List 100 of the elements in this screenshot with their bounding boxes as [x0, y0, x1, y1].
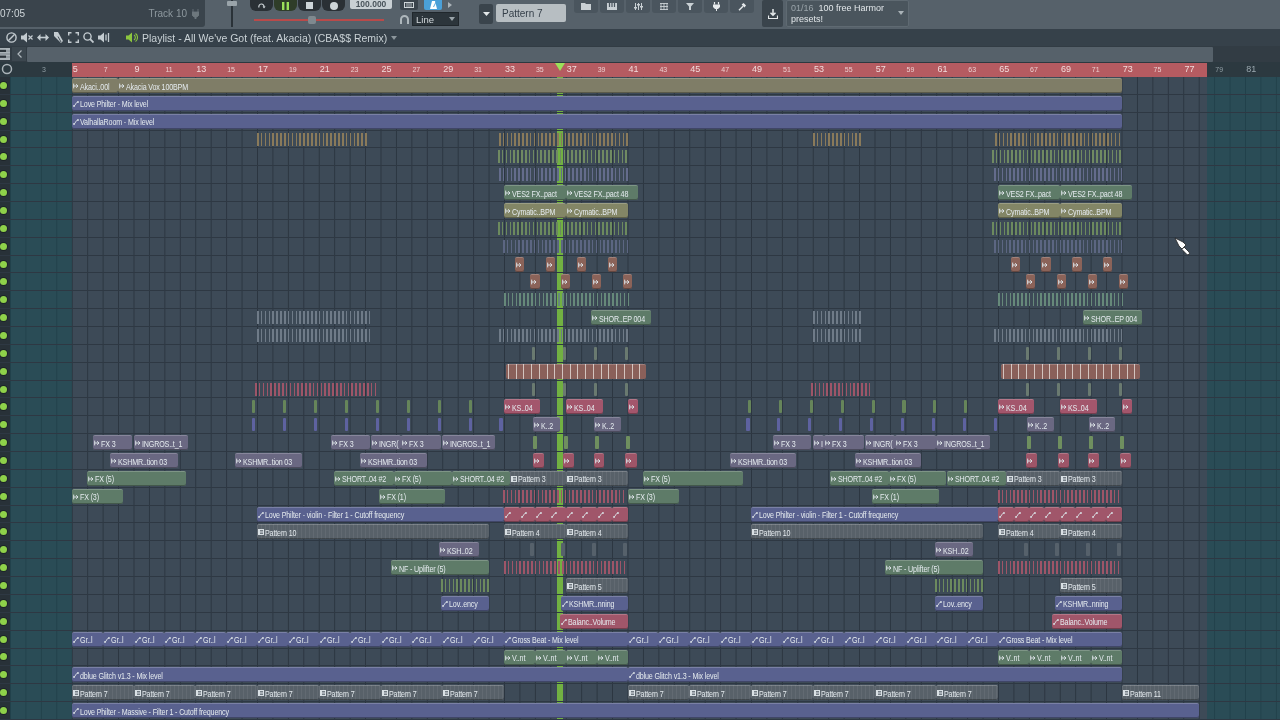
track-enable-button[interactable] — [0, 206, 7, 214]
track-enable-button[interactable] — [0, 331, 7, 339]
audio-clip[interactable]: Cymatic..BPM — [565, 203, 628, 218]
audio-clip[interactable] — [530, 274, 540, 290]
audio-clip[interactable]: VES2 FX..pact — [504, 185, 566, 201]
audio-clip[interactable]: Cymatic..BPM — [1059, 203, 1122, 218]
automation-clip[interactable] — [1106, 506, 1122, 522]
audio-clip[interactable]: FX (1) — [379, 488, 446, 504]
mini-clip[interactable] — [626, 436, 630, 450]
pattern-clip[interactable]: Pattern 11 — [1121, 685, 1199, 701]
audio-clip[interactable] — [1010, 256, 1020, 272]
pattern-clip[interactable]: Pattern 7 — [627, 685, 690, 701]
mini-clip[interactable] — [406, 400, 410, 414]
audio-clip[interactable]: K..2 — [1089, 417, 1116, 433]
automation-clip[interactable]: Balanc..Volume — [559, 613, 628, 629]
audio-clip[interactable]: V..nt — [1029, 649, 1060, 665]
mini-clip[interactable] — [1056, 346, 1060, 360]
audio-clip[interactable]: NF - Uplifter (5) — [885, 560, 983, 576]
toolbar-button[interactable] — [574, 0, 598, 13]
audio-clip[interactable] — [607, 256, 617, 272]
automation-clip[interactable]: Gr..l — [318, 631, 350, 647]
track-enable-button[interactable] — [0, 635, 7, 643]
track-enable-button[interactable] — [0, 171, 7, 179]
toolbar-button[interactable] — [600, 0, 624, 13]
track-enable-button[interactable] — [0, 689, 7, 697]
automation-clip[interactable]: Lov..ency — [440, 595, 489, 611]
track-enable-button[interactable] — [0, 421, 7, 429]
automation-clip[interactable] — [504, 506, 520, 522]
track-enable-button[interactable] — [0, 117, 7, 125]
audio-clip[interactable]: K..2 — [1027, 417, 1054, 433]
automation-clip[interactable]: Gr..l — [102, 631, 134, 647]
volume-slider-thumb[interactable] — [227, 1, 237, 7]
audio-clip[interactable] — [624, 453, 637, 469]
automation-clip[interactable]: Gross Beat - Mix level — [998, 631, 1122, 647]
track-enable-button[interactable] — [0, 99, 7, 107]
mini-clip[interactable] — [1058, 436, 1063, 450]
track-enable-button[interactable] — [0, 224, 7, 232]
double-arrow-icon[interactable] — [37, 33, 49, 42]
audio-clip[interactable]: V..nt — [596, 649, 628, 665]
mini-clip[interactable] — [964, 400, 968, 414]
audio-clip[interactable]: V..nt — [504, 649, 535, 665]
track-enable-button[interactable] — [0, 349, 7, 357]
automation-clip[interactable] — [596, 506, 613, 522]
track-enable-button[interactable] — [0, 189, 7, 197]
track-enable-button[interactable] — [0, 653, 7, 661]
hint-panel[interactable]: 01/16 100 free Harmor presets! — [786, 0, 909, 27]
toolbar-button[interactable] — [678, 0, 702, 13]
mini-clip[interactable] — [530, 543, 535, 557]
automation-clip[interactable]: Gr..l — [257, 631, 288, 647]
stop-button[interactable] — [298, 0, 321, 11]
audio-clip[interactable] — [562, 453, 574, 469]
mini-clip[interactable] — [314, 418, 318, 432]
mini-clip[interactable] — [840, 400, 844, 414]
audio-clip[interactable]: FX (5) — [643, 470, 744, 486]
pattern-clip[interactable]: Pattern 7 — [936, 685, 999, 701]
pattern-clip[interactable]: Pattern 7 — [442, 685, 505, 701]
pattern-clip[interactable]: Pattern 7 — [318, 685, 381, 701]
audio-clip[interactable]: SHOR..EP 004 — [1083, 310, 1142, 326]
pattern-clip[interactable]: Pattern 10 — [257, 524, 489, 540]
pattern-clip[interactable]: Pattern 7 — [71, 685, 134, 701]
mini-clip[interactable] — [593, 382, 597, 396]
pattern-clip[interactable]: Pattern 4 — [1059, 524, 1122, 540]
audio-clip[interactable] — [533, 453, 545, 469]
mini-clip[interactable] — [778, 400, 782, 414]
caret-right-icon[interactable] — [448, 2, 452, 8]
track-enable-button[interactable] — [0, 582, 7, 589]
circle-slash-icon[interactable] — [6, 32, 17, 43]
pattern-clip[interactable]: Pattern 4 — [565, 524, 628, 540]
audio-clip[interactable]: KS..04 — [565, 399, 603, 415]
audio-clip[interactable] — [593, 453, 605, 469]
pattern-clip[interactable]: Pattern 3 — [1059, 470, 1122, 486]
speaker-bars-icon[interactable] — [98, 32, 110, 43]
automation-clip[interactable]: Gr..l — [133, 631, 165, 647]
audio-clip[interactable]: Cymatic..BPM — [504, 203, 566, 218]
automation-clip[interactable] — [998, 506, 1014, 522]
pattern-clip[interactable]: Pattern 7 — [380, 685, 443, 701]
track-enable-button[interactable] — [0, 385, 7, 393]
audio-clip[interactable]: FX 3 — [331, 435, 370, 451]
pattern-clip[interactable]: Pattern 3 — [510, 470, 566, 486]
audio-clip[interactable]: KSH..02 — [934, 542, 974, 558]
audio-clip[interactable] — [1121, 399, 1133, 415]
audio-clip[interactable]: VES2 FX..pact 48 — [565, 185, 639, 201]
track-enable-button[interactable] — [0, 278, 7, 286]
track-enable-button[interactable] — [0, 81, 7, 89]
record-button[interactable] — [322, 0, 345, 11]
automation-clip[interactable]: Gr..l — [442, 631, 474, 647]
audio-clip[interactable]: FX (1) — [871, 488, 940, 504]
pattern-clip[interactable]: Pattern 5 — [565, 578, 628, 594]
mini-clip[interactable] — [375, 418, 379, 432]
automation-clip[interactable] — [1075, 506, 1091, 522]
automation-clip[interactable]: Gr..l — [195, 631, 227, 647]
mini-clip[interactable] — [562, 346, 566, 360]
automation-clip[interactable]: Love Philter - Massive - Filter 1 - Cutoff frequency — [71, 703, 1199, 719]
mini-clip[interactable] — [1089, 436, 1094, 450]
audio-clip[interactable]: V..nt — [998, 649, 1030, 665]
pattern-clip[interactable]: Pattern 7 — [689, 685, 752, 701]
mini-clip[interactable] — [1118, 346, 1122, 360]
track-enable-button[interactable] — [0, 707, 7, 714]
track-enable-button[interactable] — [0, 153, 7, 161]
mini-clip[interactable] — [561, 543, 566, 557]
